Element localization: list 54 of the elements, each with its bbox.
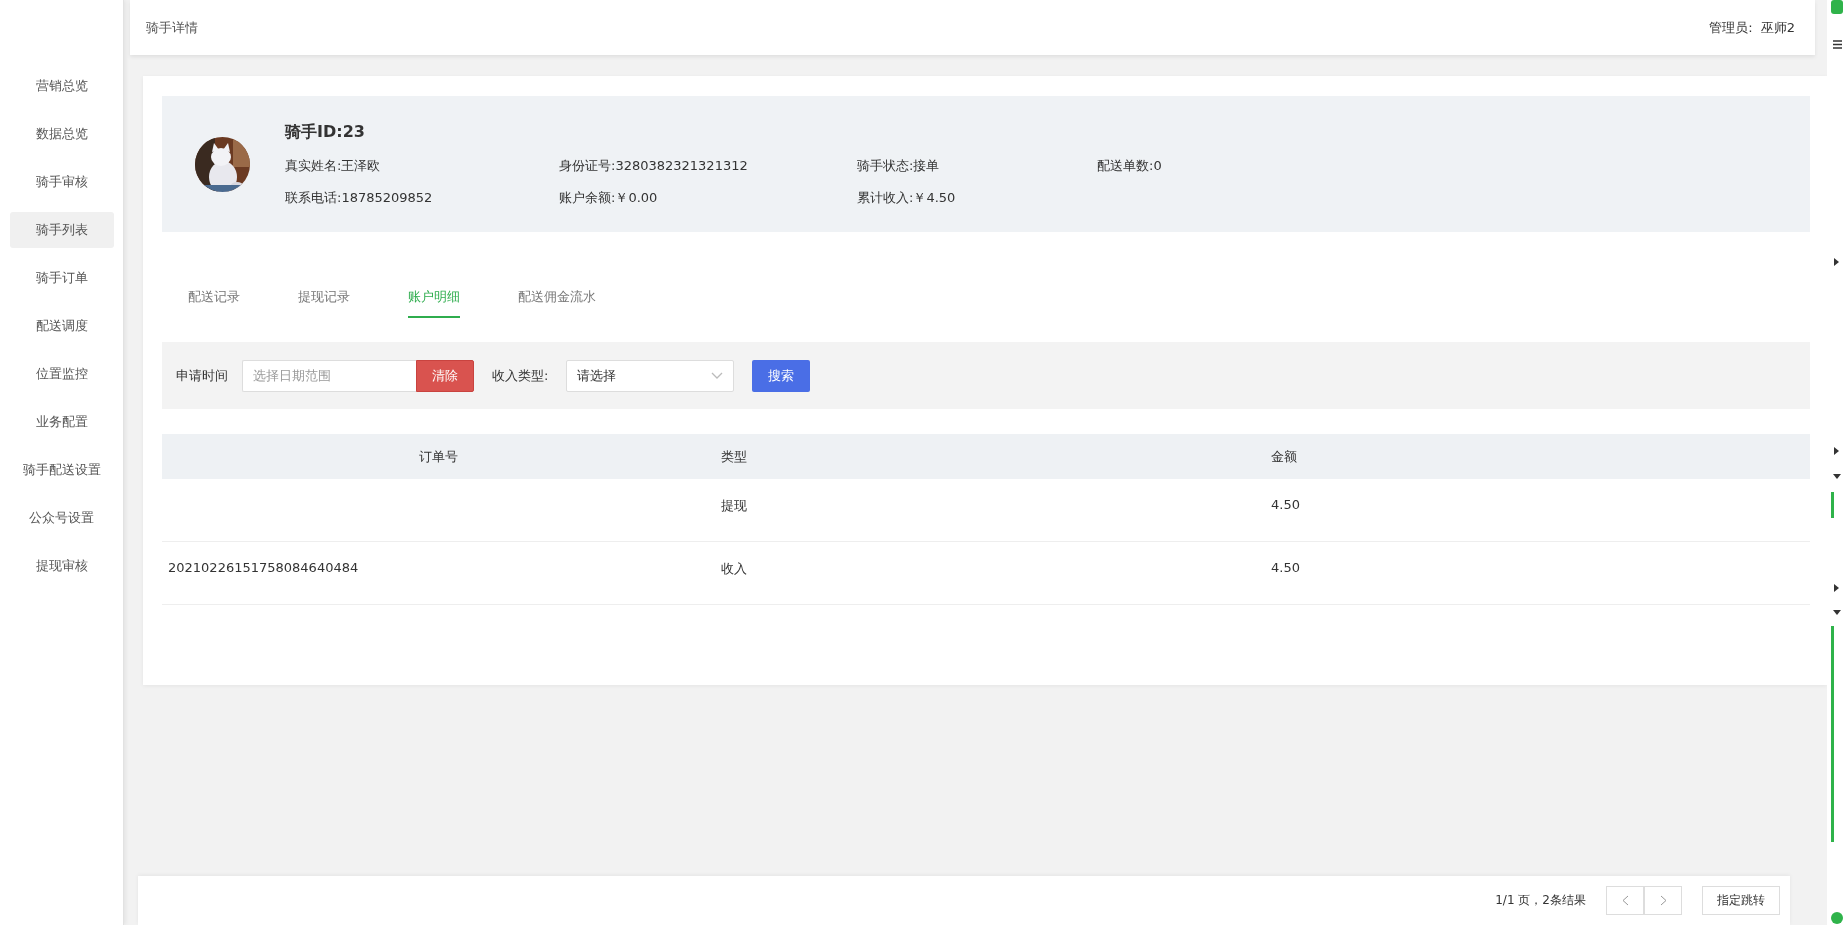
table-cell: 提现 [721,497,747,515]
clear-button[interactable]: 清除 [416,359,474,392]
profile-field: 骑手状态:接单 [857,156,1097,175]
sidebar-item[interactable]: 骑手配送设置 [9,452,114,488]
date-range-field[interactable]: 选择日期范围 [242,359,416,392]
type-select[interactable]: 请选择 [566,359,735,392]
sidebar-item[interactable]: 提现审核 [9,548,114,584]
column-header: 金额 [1270,447,1298,466]
indicator-bar-icon [1831,626,1834,842]
tab[interactable]: 配送佣金流水 [518,274,596,318]
page-title: 骑手详情 [146,18,198,37]
type-label: 收入类型: [492,366,549,385]
status-dot-icon [1831,912,1843,924]
table-cell: 收入 [721,560,747,578]
profile-field: 累计收入:￥4.50 [857,188,1097,207]
sidebar-item[interactable]: 业务配置 [9,404,114,440]
indicator-bar-icon [1831,492,1834,518]
table-cell: 20210226151758084640484 [168,560,359,575]
tab-marker-icon [1831,0,1843,14]
admin-name: 巫师2 [1760,18,1795,37]
sidebar-item[interactable]: 位置监控 [9,356,114,392]
triangle-down-icon[interactable] [1833,610,1841,615]
triangle-down-icon[interactable] [1833,474,1841,479]
column-header: 订单号 [418,447,459,466]
admin-label: 管理员: [1709,18,1753,37]
jump-button[interactable]: 指定跳转 [1702,886,1780,915]
page-summary: 1/1 页，2条结果 [1495,892,1586,909]
chevron-right-icon [1659,895,1667,906]
table-cell: 4.50 [1271,560,1300,575]
tab[interactable]: 配送记录 [188,274,240,318]
sidebar-item[interactable]: 数据总览 [9,116,114,152]
column-header: 类型 [720,447,748,466]
triangle-right-icon[interactable] [1834,447,1839,455]
profile-field: 真实姓名:王泽欧 [285,156,559,175]
tab[interactable]: 提现记录 [298,274,350,318]
chevron-left-icon [1621,895,1629,906]
sidebar-item[interactable]: 公众号设置 [9,500,114,536]
sidebar-item[interactable]: 配送调度 [9,308,114,344]
menu-icon[interactable] [1833,40,1842,49]
search-button[interactable]: 搜索 [752,359,811,392]
profile-field: 身份证号:3280382321321312 [559,156,857,175]
triangle-right-icon[interactable] [1834,258,1839,266]
table-cell: 4.50 [1271,497,1300,512]
rider-id: 骑手ID:23 [285,121,366,143]
chevron-down-icon [711,371,724,380]
sidebar-item[interactable]: 骑手订单 [9,260,114,296]
sidebar-item[interactable]: 营销总览 [9,68,114,104]
profile-field: 联系电话:18785209852 [285,188,559,207]
date-label: 申请时间 [176,366,228,385]
sidebar-item[interactable]: 骑手审核 [9,164,114,200]
profile-field: 账户余额:￥0.00 [559,188,857,207]
profile-field: 配送单数:0 [1097,156,1337,175]
sidebar-item[interactable]: 骑手列表 [9,212,114,248]
triangle-right-icon[interactable] [1834,584,1839,592]
